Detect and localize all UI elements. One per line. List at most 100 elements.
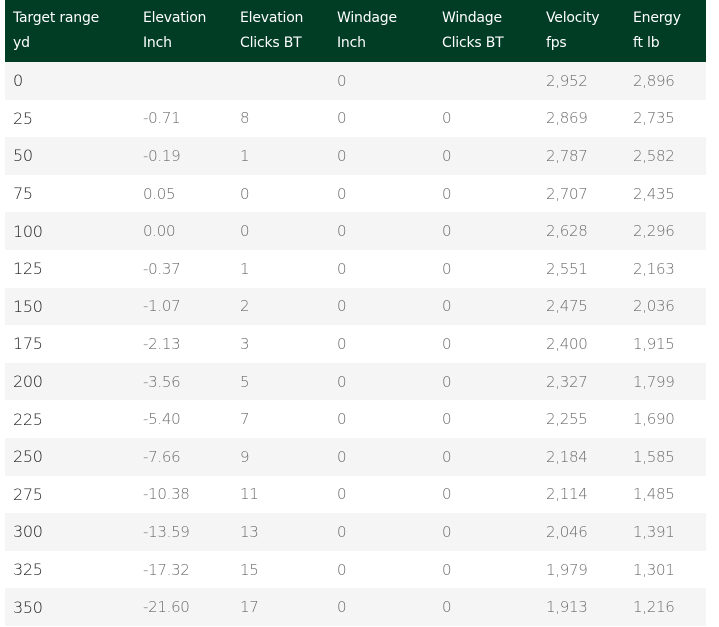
cell-target-range: 25 bbox=[13, 108, 33, 128]
cell-windage-clicks: 0 bbox=[442, 222, 452, 241]
cell-elevation-inch: -3.56 bbox=[143, 372, 181, 391]
cell-elevation-inch: -13.59 bbox=[143, 522, 190, 541]
table-row: 25 -0.71 8 0 0 2,869 2,735 bbox=[5, 99, 706, 138]
cell-elevation-inch: -5.40 bbox=[143, 410, 181, 429]
cell-windage-clicks: 0 bbox=[442, 259, 452, 278]
header-unit: Inch bbox=[143, 35, 172, 51]
cell-elevation-clicks: 7 bbox=[240, 410, 250, 429]
header-energy: Energy ft lb bbox=[625, 0, 706, 62]
cell-elevation-inch: -10.38 bbox=[143, 485, 190, 504]
cell-elevation-inch: 0.00 bbox=[143, 222, 176, 241]
cell-elevation-inch bbox=[135, 62, 232, 100]
cell-windage-inch: 0 bbox=[337, 522, 347, 541]
table-body: 0 0 2,952 2,896 25 -0.71 8 0 0 2,869 2,735 50 -0.19 1… bbox=[5, 62, 706, 626]
header-elevation-inch: Elevation Inch bbox=[135, 0, 232, 62]
cell-energy: 2,582 bbox=[633, 146, 675, 165]
cell-energy: 2,896 bbox=[633, 71, 675, 90]
cell-windage-inch: 0 bbox=[337, 485, 347, 504]
cell-target-range: 150 bbox=[13, 296, 43, 316]
cell-elevation-clicks: 3 bbox=[240, 334, 250, 353]
cell-velocity: 2,400 bbox=[546, 334, 588, 353]
cell-velocity: 2,114 bbox=[546, 485, 588, 504]
header-windage-clicks: Windage Clicks BT bbox=[434, 0, 538, 62]
cell-elevation-clicks: 15 bbox=[240, 560, 259, 579]
ballistics-table: Target range yd Elevation Inch Elevation Cl… bbox=[5, 0, 706, 626]
cell-windage-inch: 0 bbox=[337, 598, 347, 617]
cell-elevation-inch: -0.37 bbox=[143, 259, 181, 278]
table-row: 150 -1.07 2 0 0 2,475 2,036 bbox=[5, 287, 706, 326]
cell-elevation-clicks: 0 bbox=[240, 184, 250, 203]
cell-elevation-inch: -21.60 bbox=[143, 598, 190, 617]
cell-elevation-clicks: 2 bbox=[240, 297, 250, 316]
cell-velocity: 2,475 bbox=[546, 297, 588, 316]
cell-energy: 2,735 bbox=[633, 109, 675, 128]
table-row: 225 -5.40 7 0 0 2,255 1,690 bbox=[5, 400, 706, 438]
cell-target-range: 75 bbox=[13, 184, 33, 204]
cell-target-range: 325 bbox=[13, 560, 43, 580]
header-elevation-clicks: Elevation Clicks BT bbox=[232, 0, 329, 62]
cell-energy: 1,690 bbox=[633, 410, 675, 429]
cell-energy: 1,799 bbox=[633, 372, 675, 391]
table-header: Target range yd Elevation Inch Elevation Cl… bbox=[5, 0, 706, 62]
table-row: 50 -0.19 1 0 0 2,787 2,582 bbox=[5, 137, 706, 175]
table-row: 250 -7.66 9 0 0 2,184 1,585 bbox=[5, 437, 706, 476]
cell-windage-clicks: 0 bbox=[442, 410, 452, 429]
ballistics-table-container: Target range yd Elevation Inch Elevation Cl… bbox=[5, 0, 706, 626]
cell-windage-clicks: 0 bbox=[442, 146, 452, 165]
table-row: 0 0 2,952 2,896 bbox=[5, 62, 706, 100]
cell-velocity: 2,628 bbox=[546, 222, 588, 241]
cell-elevation-clicks: 13 bbox=[240, 522, 259, 541]
cell-windage-clicks: 0 bbox=[442, 297, 452, 316]
cell-windage-inch: 0 bbox=[337, 297, 347, 316]
header-unit: ft lb bbox=[633, 35, 660, 51]
cell-windage-inch: 0 bbox=[337, 259, 347, 278]
header-label: Elevation bbox=[240, 10, 304, 26]
table-row: 300 -13.59 13 0 0 2,046 1,391 bbox=[5, 513, 706, 551]
cell-energy: 1,301 bbox=[633, 560, 675, 579]
header-unit: Clicks BT bbox=[240, 35, 302, 51]
cell-windage-clicks: 0 bbox=[442, 485, 452, 504]
cell-velocity: 2,952 bbox=[546, 71, 588, 90]
cell-elevation-clicks: 0 bbox=[240, 222, 250, 241]
cell-windage-inch: 0 bbox=[337, 109, 347, 128]
cell-energy: 1,216 bbox=[633, 598, 675, 617]
cell-velocity: 2,184 bbox=[546, 447, 588, 466]
cell-elevation-clicks bbox=[232, 62, 329, 100]
cell-elevation-inch: -17.32 bbox=[143, 560, 190, 579]
cell-target-range: 300 bbox=[13, 522, 43, 542]
cell-target-range: 50 bbox=[13, 146, 33, 166]
cell-windage-inch: 0 bbox=[337, 560, 347, 579]
cell-windage-clicks: 0 bbox=[442, 184, 452, 203]
cell-velocity: 2,327 bbox=[546, 372, 588, 391]
cell-elevation-clicks: 17 bbox=[240, 598, 259, 617]
cell-target-range: 200 bbox=[13, 372, 43, 392]
header-unit: fps bbox=[546, 35, 567, 51]
cell-velocity: 1,979 bbox=[546, 560, 588, 579]
cell-target-range: 0 bbox=[13, 71, 23, 91]
header-label: Velocity bbox=[546, 10, 600, 26]
table-row: 200 -3.56 5 0 0 2,327 1,799 bbox=[5, 362, 706, 401]
header-velocity: Velocity fps bbox=[538, 0, 625, 62]
cell-elevation-inch: -0.19 bbox=[143, 146, 181, 165]
cell-target-range: 225 bbox=[13, 409, 43, 429]
cell-energy: 1,585 bbox=[633, 447, 675, 466]
header-label: Energy bbox=[633, 10, 681, 26]
header-label: Windage bbox=[442, 10, 502, 26]
table-row: 275 -10.38 11 0 0 2,114 1,485 bbox=[5, 475, 706, 514]
cell-elevation-inch: -1.07 bbox=[143, 297, 181, 316]
cell-energy: 1,915 bbox=[633, 334, 675, 353]
table-row: 175 -2.13 3 0 0 2,400 1,915 bbox=[5, 325, 706, 363]
cell-velocity: 2,707 bbox=[546, 184, 588, 203]
cell-energy: 2,163 bbox=[633, 259, 675, 278]
cell-windage-inch: 0 bbox=[337, 184, 347, 203]
cell-velocity: 2,869 bbox=[546, 109, 588, 128]
cell-windage-clicks bbox=[434, 62, 538, 100]
cell-windage-clicks: 0 bbox=[442, 372, 452, 391]
cell-energy: 1,391 bbox=[633, 522, 675, 541]
cell-target-range: 275 bbox=[13, 484, 43, 504]
cell-velocity: 2,787 bbox=[546, 146, 588, 165]
header-unit: Inch bbox=[337, 35, 366, 51]
cell-windage-clicks: 0 bbox=[442, 109, 452, 128]
table-row: 325 -17.32 15 0 0 1,979 1,301 bbox=[5, 550, 706, 589]
header-target-range: Target range yd bbox=[5, 0, 135, 62]
